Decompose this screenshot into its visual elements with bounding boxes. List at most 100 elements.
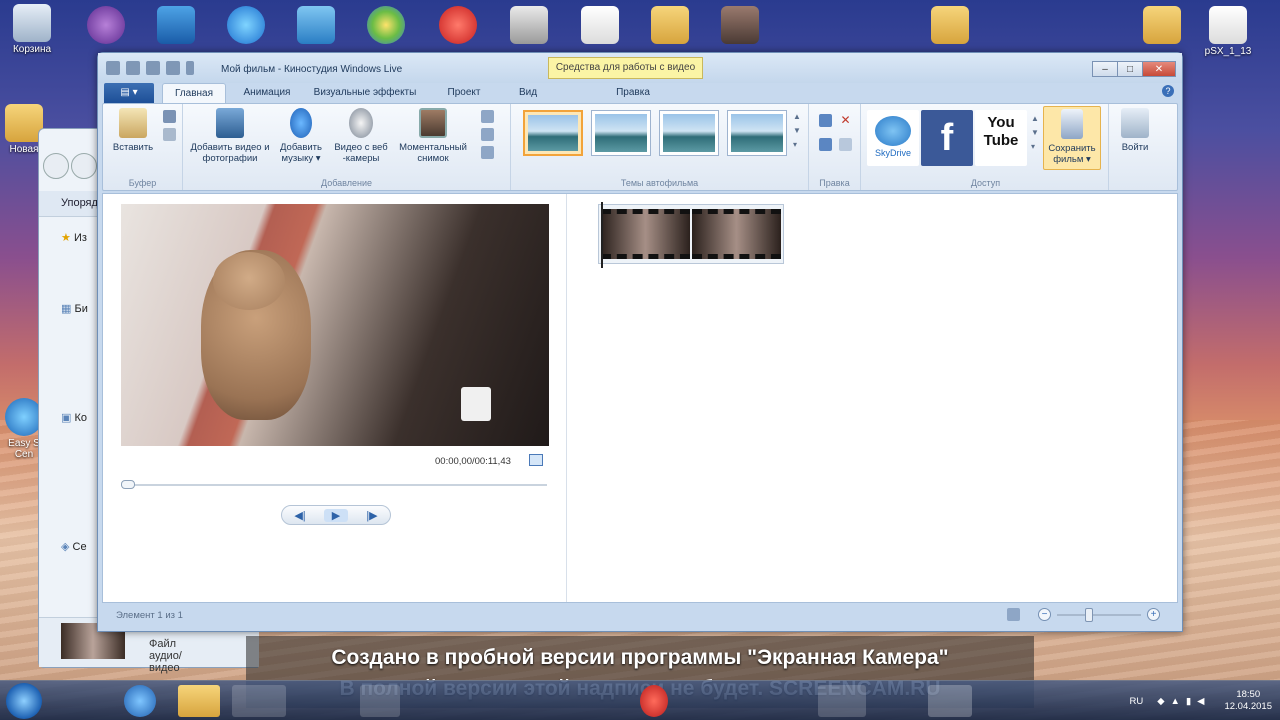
- autotheme-item[interactable]: [591, 110, 651, 156]
- youtube-button[interactable]: You Tube: [975, 110, 1027, 166]
- zoom-in-button[interactable]: +: [1147, 608, 1160, 621]
- tree-item-libraries[interactable]: ▦ Би: [61, 300, 88, 319]
- desktop-icon-file[interactable]: [576, 6, 624, 46]
- desktop-icon-folder[interactable]: [1138, 6, 1186, 46]
- pane-splitter[interactable]: [566, 194, 567, 602]
- tab-animation[interactable]: Анимация: [234, 83, 300, 103]
- webcam-video-button[interactable]: Видео с веб -камеры: [331, 108, 391, 164]
- desktop-icon-folder[interactable]: [646, 6, 694, 46]
- skydrive-button[interactable]: SkyDrive: [867, 110, 919, 166]
- language-indicator[interactable]: RU: [1129, 696, 1143, 707]
- maximize-button[interactable]: □: [1117, 61, 1143, 77]
- tray-icons[interactable]: ◆▲▮◀: [1157, 696, 1210, 707]
- cut-icon[interactable]: [163, 110, 176, 123]
- movie-maker-window[interactable]: Мой фильм - Киностудия Windows Live Сред…: [97, 52, 1183, 632]
- minimize-button[interactable]: –: [1092, 61, 1118, 77]
- system-tray: RU ◆▲▮◀ 18:50 12.04.2015: [1129, 685, 1272, 717]
- rotate-right-icon[interactable]: [819, 138, 832, 151]
- autotheme-item[interactable]: [727, 110, 787, 156]
- autotheme-item[interactable]: [659, 110, 719, 156]
- quick-access-toolbar: [106, 61, 194, 75]
- select-all-icon[interactable]: [839, 138, 852, 151]
- group-label: Добавление: [321, 178, 372, 188]
- caption-icon[interactable]: [481, 128, 494, 141]
- tab-visual-effects[interactable]: Визуальные эффекты: [310, 83, 420, 103]
- back-button[interactable]: [43, 153, 69, 179]
- forward-button[interactable]: [71, 153, 97, 179]
- timeline-cursor[interactable]: [601, 202, 603, 268]
- explorer-icon[interactable]: [178, 685, 220, 717]
- desktop-icon-image[interactable]: [716, 6, 764, 46]
- tab-home[interactable]: Главная: [162, 83, 226, 103]
- desktop-icon-app[interactable]: [505, 6, 553, 46]
- tab-view[interactable]: Вид: [508, 83, 548, 103]
- image-icon: [721, 6, 759, 44]
- folder-icon: [1143, 6, 1181, 44]
- thumbnail-size-icon[interactable]: [1007, 608, 1020, 621]
- opera-icon[interactable]: [640, 685, 668, 717]
- zoom-out-button[interactable]: −: [1038, 608, 1051, 621]
- paste-label: Вставить: [112, 142, 154, 153]
- app-icon: [106, 61, 120, 75]
- snapshot-button[interactable]: Моментальный снимок: [395, 108, 471, 164]
- desktop-icon-recycle-bin[interactable]: Корзина: [8, 4, 56, 55]
- seek-handle[interactable]: [121, 480, 135, 489]
- help-icon[interactable]: ?: [1162, 85, 1174, 97]
- add-video-photos-button[interactable]: Добавить видео и фотографии: [189, 108, 271, 164]
- title-bar[interactable]: Мой фильм - Киностудия Windows Live Сред…: [98, 53, 1182, 83]
- zoom-slider[interactable]: [1057, 607, 1141, 622]
- play-button[interactable]: ▶: [324, 508, 348, 522]
- autotheme-item[interactable]: [523, 110, 583, 156]
- desktop-icon-app[interactable]: [292, 6, 340, 46]
- taskbar-app[interactable]: [360, 685, 400, 717]
- seek-bar[interactable]: [121, 484, 547, 486]
- previous-frame-button[interactable]: ◀|: [288, 509, 312, 522]
- explorer-tree: ★ Из ▦ Би ▣ Ко ◈ Се: [61, 229, 88, 557]
- clock[interactable]: 18:50 12.04.2015: [1224, 689, 1272, 713]
- add-music-button[interactable]: Добавить музыку ▾: [275, 108, 327, 164]
- tree-item-computer[interactable]: ▣ Ко: [61, 409, 88, 428]
- save-movie-button[interactable]: Сохранить фильм ▾: [1043, 106, 1101, 170]
- desktop-icon-itunes[interactable]: [222, 6, 270, 46]
- zoom-slider-thumb[interactable]: [1085, 607, 1093, 622]
- storyboard-clip[interactable]: [598, 204, 784, 264]
- start-button[interactable]: [6, 683, 42, 719]
- desktop-icon-app[interactable]: [434, 6, 482, 46]
- desktop-icon-folder[interactable]: [926, 6, 974, 46]
- undo-icon[interactable]: [146, 61, 160, 75]
- tree-item-favorites[interactable]: ★ Из: [61, 229, 88, 248]
- title-icon[interactable]: [481, 110, 494, 123]
- video-preview[interactable]: [121, 204, 549, 446]
- tab-file-menu[interactable]: ▤ ▾: [104, 83, 154, 103]
- save-icon[interactable]: [126, 61, 140, 75]
- next-frame-button[interactable]: |▶: [360, 509, 384, 522]
- gallery-scroll[interactable]: ▲ ▼ ▾: [793, 110, 803, 152]
- tab-edit[interactable]: Правка: [604, 83, 662, 103]
- copy-icon[interactable]: [163, 128, 176, 141]
- internet-explorer-icon[interactable]: [124, 685, 156, 717]
- desktop-icon-app[interactable]: [362, 6, 410, 46]
- desktop-icon-app[interactable]: [82, 6, 130, 46]
- desktop-icon-app[interactable]: [152, 6, 200, 46]
- redo-icon[interactable]: [166, 61, 180, 75]
- share-scroll[interactable]: ▲ ▼ ▾: [1031, 112, 1041, 154]
- zoom-control: − +: [1007, 607, 1160, 622]
- rotate-left-icon[interactable]: [819, 114, 832, 127]
- desktop-icon-folder-psx[interactable]: pSX_1_13: [1204, 6, 1252, 57]
- facebook-button[interactable]: f: [921, 110, 973, 166]
- clock-time: 18:50: [1236, 689, 1261, 700]
- tab-project[interactable]: Проект: [444, 83, 484, 103]
- fullscreen-button[interactable]: [529, 454, 543, 466]
- tree-item-network[interactable]: ◈ Се: [61, 538, 88, 557]
- paste-button[interactable]: Вставить: [111, 108, 155, 153]
- taskbar-app-movie-maker[interactable]: [928, 685, 972, 717]
- dropdown-icon[interactable]: [186, 61, 194, 75]
- close-button[interactable]: ✕: [1142, 61, 1176, 77]
- sign-in-button[interactable]: Войти: [1113, 108, 1157, 153]
- app-icon: [87, 6, 125, 44]
- remove-icon[interactable]: ✕: [839, 114, 852, 127]
- credits-icon[interactable]: [481, 146, 494, 159]
- organize-button[interactable]: Упоряд: [61, 197, 98, 209]
- taskbar-app[interactable]: [818, 685, 866, 717]
- taskbar-app[interactable]: [232, 685, 286, 717]
